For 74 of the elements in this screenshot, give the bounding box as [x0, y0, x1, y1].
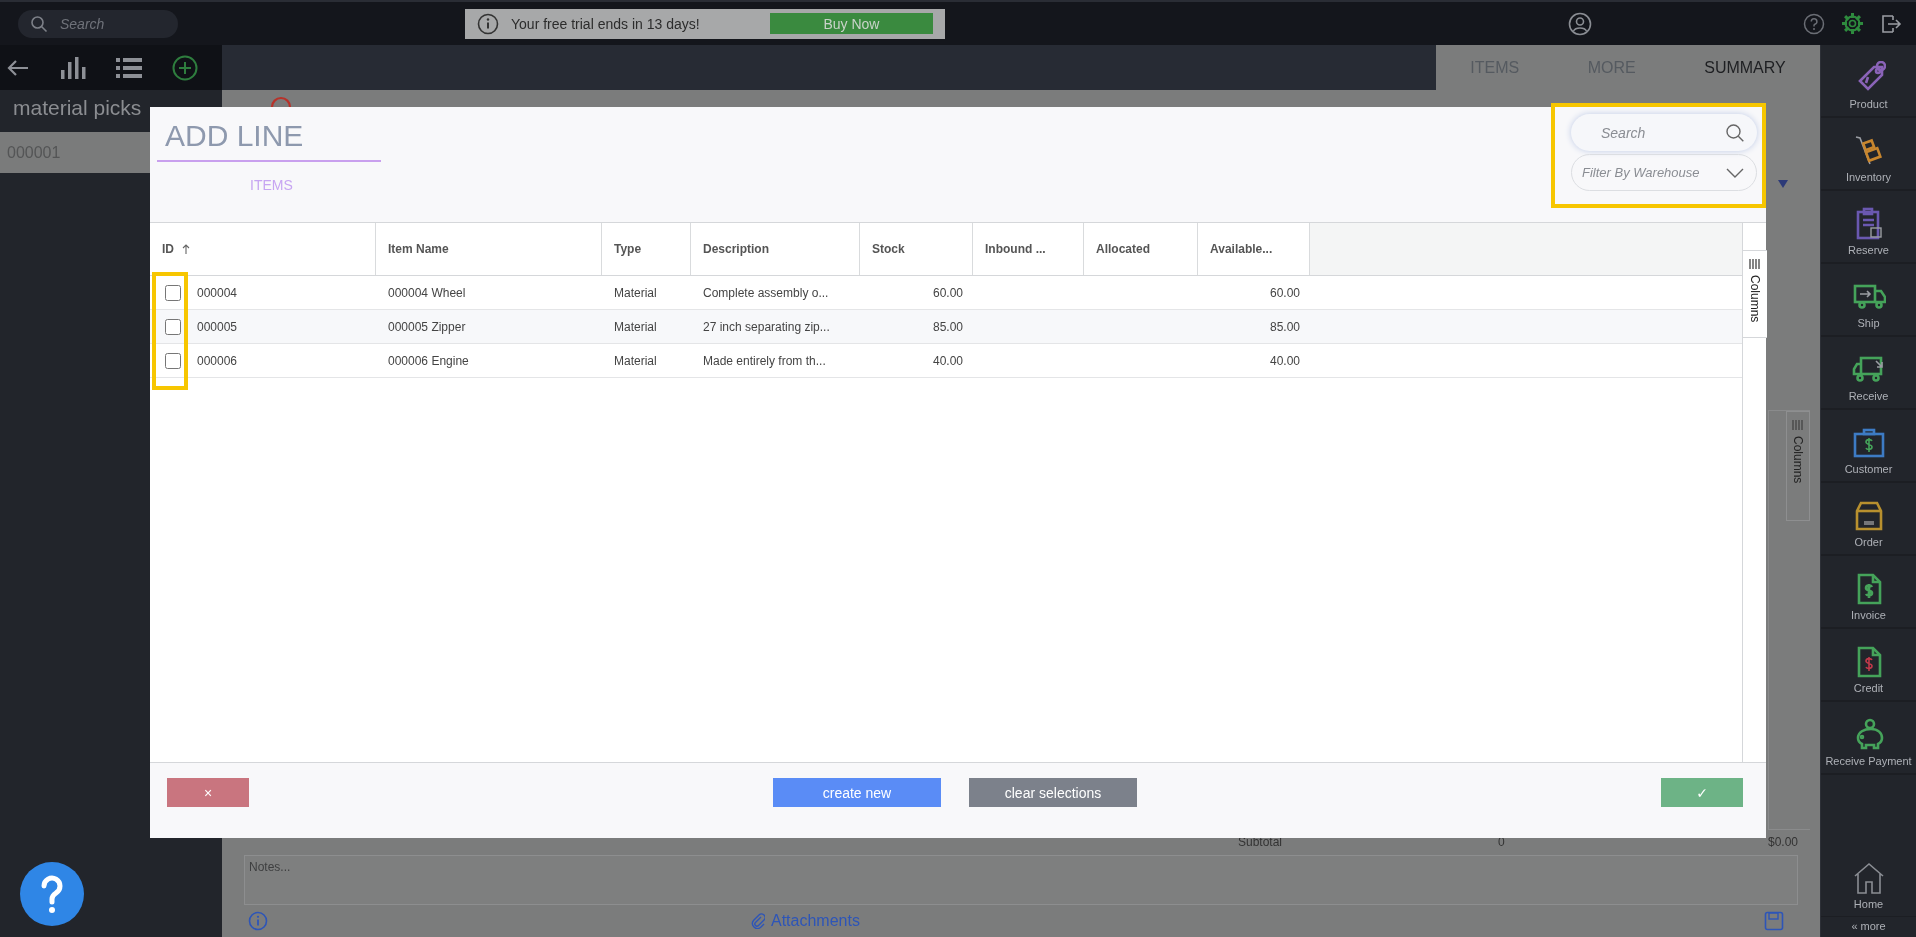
exit-icon[interactable]	[1880, 12, 1902, 35]
chevron-down-icon	[1726, 167, 1744, 178]
notes-field[interactable]: Notes...	[244, 855, 1798, 905]
column-header[interactable]: Available...	[1198, 223, 1310, 275]
paperclip-icon	[751, 913, 765, 929]
table-cell: 000005 Zipper	[388, 319, 466, 334]
subtotal-label: Subtotal	[1237, 835, 1283, 849]
column-header[interactable]: Stock	[860, 223, 973, 275]
sidebar-item[interactable]: Home	[1821, 844, 1916, 917]
search-icon	[30, 14, 48, 33]
table-cell: 27 inch separating zip...	[703, 319, 830, 334]
checkbox[interactable]	[165, 318, 181, 335]
status-icon	[270, 96, 292, 107]
column-header[interactable]: Inbound ...	[973, 223, 1084, 275]
table-cell: 60.00	[1269, 285, 1300, 300]
table-cell: 000005	[197, 319, 238, 334]
sidebar-item[interactable]: Credit	[1821, 629, 1916, 702]
user-icon[interactable]	[1568, 11, 1592, 36]
table-cell: 000006 Engine	[388, 353, 469, 368]
help-icon[interactable]	[1803, 12, 1825, 35]
checkbox[interactable]	[165, 352, 181, 369]
columns-tab[interactable]: Columns	[1743, 250, 1767, 338]
tab[interactable]: SUMMARY	[1694, 54, 1796, 81]
clear-selections-button[interactable]: clear selections	[969, 778, 1137, 807]
more-link[interactable]: « more	[1821, 917, 1916, 937]
dialog-title: ADD LINE	[157, 115, 381, 162]
search-field[interactable]: Search	[18, 9, 178, 38]
search-icon	[1725, 122, 1745, 143]
column-header[interactable]: Description	[691, 223, 860, 275]
table-cell: Made entirely from th...	[703, 353, 826, 368]
table-cell: 000006	[197, 353, 238, 368]
sidebar-item[interactable]: Ship	[1821, 264, 1916, 337]
column-header[interactable]: Type	[602, 223, 691, 275]
table-cell: Material	[614, 353, 657, 368]
table-cell: 85.00	[932, 319, 963, 334]
caret-icon	[1778, 180, 1788, 188]
table-cell: 60.00	[932, 285, 963, 300]
table-cell: 40.00	[1269, 353, 1300, 368]
column-header[interactable]: ID	[150, 223, 376, 275]
table-cell: Material	[614, 319, 657, 334]
sidebar-item[interactable]: Product	[1821, 45, 1916, 118]
table-cell: 000004 Wheel	[388, 285, 466, 300]
sidebar-item[interactable]: Order	[1821, 483, 1916, 556]
sidebar-item[interactable]: Invoice	[1821, 556, 1916, 629]
columns-icon	[1792, 420, 1804, 430]
column-header[interactable]: Allocated	[1084, 223, 1198, 275]
sidebar-item[interactable]: Reserve	[1821, 191, 1916, 264]
list-icon[interactable]	[116, 56, 142, 79]
table-cell: 40.00	[932, 353, 963, 368]
table-cell: 85.00	[1269, 319, 1300, 334]
sidebar-item[interactable]: Receive Payment	[1821, 702, 1916, 775]
sidebar-item[interactable]: Inventory	[1821, 118, 1916, 191]
trial-text: Your free trial ends in 13 days!	[511, 15, 701, 32]
bar-chart-icon[interactable]	[60, 55, 86, 80]
subtotal-amount: $0.00	[1767, 835, 1798, 849]
sidebar-item[interactable]: Receive	[1821, 337, 1916, 410]
search-input[interactable]: Search	[1599, 123, 1725, 142]
settings-icon[interactable]	[1841, 12, 1864, 35]
table-cell: Complete assembly o...	[703, 285, 829, 300]
columns-tab[interactable]: Columns	[1786, 411, 1810, 521]
back-arrow-icon[interactable]	[6, 57, 30, 78]
panel-title: material picks	[12, 95, 143, 121]
checkbox[interactable]	[165, 284, 181, 301]
table-cell: Material	[614, 285, 657, 300]
columns-icon	[1749, 259, 1761, 269]
info-icon	[477, 12, 499, 35]
column-header[interactable]: Item Name	[376, 223, 602, 275]
sidebar-item[interactable]: Customer	[1821, 410, 1916, 483]
columns-label: Columns	[1791, 436, 1805, 484]
add-icon[interactable]	[172, 54, 198, 81]
table-cell: 000004	[197, 285, 238, 300]
columns-label: Columns	[1748, 275, 1762, 323]
search-input[interactable]: Search	[58, 14, 166, 33]
search-field[interactable]: Search	[1571, 114, 1757, 151]
